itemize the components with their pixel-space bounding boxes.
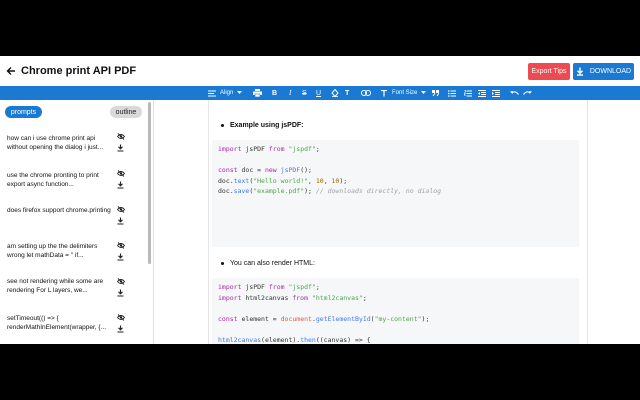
bold-button[interactable]: B [272,88,277,98]
code-line: doc.save("example.pdf"); // downloads di… [218,187,442,196]
clear-format-button[interactable]: T [345,88,349,98]
code-line: html2canvas(element).then((canvas) => { [218,335,371,344]
highlight-button[interactable] [331,88,339,98]
align-label: Align [220,90,234,96]
prompt-text: see not rendering while some are renderi… [7,278,104,294]
header-bar: Chrome print API PDF Export Tips DOWNLOA… [0,56,640,86]
prompt-text: am setting up the the delimiters wrong l… [7,243,98,259]
italic-button[interactable]: I [289,88,291,98]
text-size-icon [381,89,387,96]
code-block[interactable]: import jsPDF from "jspdf"; import html2c… [212,278,579,344]
code-line: doc.text("Hello world!", 10, 10); [218,176,348,185]
undo-icon [510,91,519,95]
sidebar: prompts outline how can i use chrome pri… [0,100,154,344]
code-block[interactable]: import jsPDF from "jspdf"; const doc = n… [212,140,579,247]
eye-off-icon[interactable] [117,278,125,285]
quote-button[interactable] [432,88,439,98]
document-page: Example using jsPDF: import jsPDF from "… [208,100,588,344]
sidebar-scrollbar[interactable] [148,102,151,264]
editor-area: Example using jsPDF: import jsPDF from "… [154,100,640,344]
download-label: DOWNLOAD [589,68,632,75]
app-window: Chrome print API PDF Export Tips DOWNLOA… [0,56,640,344]
list-item[interactable]: see not rendering while some are renderi… [7,277,115,295]
list-item[interactable]: am setting up the the delimiters wrong l… [7,242,115,260]
numbered-list-button[interactable] [464,88,472,98]
eye-off-icon[interactable] [117,206,125,213]
bullet-list-button[interactable] [448,88,456,98]
print-icon [253,89,262,97]
code-line: import jsPDF from "jspdf"; [218,145,320,153]
download-icon [576,67,583,76]
outdent-button[interactable] [478,88,486,98]
indent-button[interactable] [492,88,500,98]
align-icon [208,90,216,96]
quote-icon [432,90,439,96]
tab-outline[interactable]: outline [110,106,142,118]
tab-prompts[interactable]: prompts [5,106,42,118]
code-line: import html2canvas from "html2canvas"; [218,293,367,302]
link-button[interactable] [361,88,371,98]
prompt-text: does firefox support chrome.printing [7,207,111,214]
eye-off-icon[interactable] [117,170,125,177]
outdent-icon [478,89,486,97]
list-item[interactable]: does firefox support chrome.printing [7,206,115,224]
download-icon[interactable] [117,144,124,152]
list-item: You can also render HTML: [221,260,315,267]
indent-icon [492,89,500,97]
editor-toolbar: Align B I S U T Font Size [0,86,640,100]
download-icon[interactable] [117,217,124,225]
page-title: Chrome print API PDF [21,65,137,77]
redo-button[interactable] [523,88,532,98]
back-arrow-icon[interactable] [4,64,18,78]
chevron-down-icon [421,91,427,94]
prompt-text: how can i use chrome print api without o… [7,135,104,151]
bullet-text: Example using jsPDF: [230,122,304,129]
print-button[interactable] [253,88,262,98]
font-size-dropdown[interactable]: Font Size [380,88,427,98]
bullet-list-icon [448,89,456,97]
prompt-text: use the chrome pronting to print export … [7,172,99,188]
redo-icon [523,91,532,95]
numbered-list-icon [464,89,472,96]
font-size-label: Font Size [392,90,418,96]
underline-button[interactable]: U [316,88,321,98]
bullet-text: You can also render HTML: [230,260,315,267]
list-item[interactable]: how can i use chrome print api without o… [7,134,115,152]
chevron-down-icon [237,91,243,94]
list-item[interactable]: use the chrome pronting to print export … [7,171,115,189]
prompt-text: setTimeout(() => { renderMathInElement(w… [7,315,106,331]
download-button[interactable]: DOWNLOAD [573,63,634,80]
eye-off-icon[interactable] [117,314,125,321]
link-icon [361,90,371,96]
strikethrough-button[interactable]: S [302,88,307,98]
list-item[interactable]: setTimeout(() => { renderMathInElement(w… [7,314,115,332]
download-icon[interactable] [117,325,124,333]
align-dropdown[interactable]: Align [208,88,243,98]
highlight-icon [331,89,339,97]
code-line: import jsPDF from "jspdf"; [218,283,320,291]
undo-button[interactable] [510,88,519,98]
eye-off-icon[interactable] [117,242,125,249]
code-line: const doc = new jsPDF(); [218,166,312,175]
download-icon[interactable] [117,289,124,297]
download-icon[interactable] [117,253,124,261]
bullet-icon [221,124,224,127]
export-tips-button[interactable]: Export Tips [528,63,570,80]
eye-off-icon[interactable] [117,133,125,140]
list-item: Example using jsPDF: [221,122,304,129]
bullet-icon [221,262,224,265]
download-icon[interactable] [117,181,124,189]
code-line: const element = document.getElementById(… [218,314,430,323]
